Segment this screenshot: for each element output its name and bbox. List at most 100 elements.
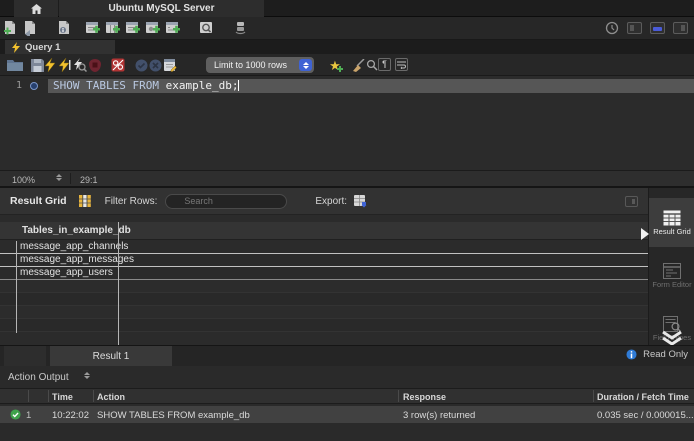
sql-code-line[interactable]: SHOW TABLES FROM example_db;	[48, 79, 694, 93]
execute-button[interactable]	[42, 57, 58, 73]
save-snippet-button[interactable]: ★	[328, 57, 344, 73]
search-data-icon	[199, 21, 214, 35]
collapse-panel-icon[interactable]	[625, 196, 638, 207]
col-response[interactable]: Response	[403, 392, 446, 402]
action-output-header: Time Action Response Duration / Fetch Ti…	[0, 388, 694, 404]
limit-rows-select[interactable]: Limit to 1000 rows	[206, 57, 314, 73]
lightning-icon	[12, 42, 20, 53]
export-icon[interactable]	[353, 194, 368, 208]
export-label: Export:	[315, 196, 347, 207]
create-procedure-button[interactable]	[144, 20, 160, 36]
search-table-data-button[interactable]	[198, 20, 214, 36]
toggle-invisible-chars-button[interactable]: ¶	[378, 58, 391, 71]
action-output-row[interactable]: 1 10:22:02 SHOW TABLES FROM example_db 3…	[0, 406, 694, 423]
toggle-output-area-button[interactable]	[650, 22, 665, 34]
create-view-icon	[125, 21, 140, 35]
tab-result-1[interactable]: Result 1	[50, 346, 172, 366]
home-icon	[31, 4, 42, 14]
stop-icon	[89, 59, 101, 72]
create-function-button[interactable]	[164, 20, 180, 36]
sidebar-form-editor-button[interactable]: Form Editor	[649, 251, 694, 300]
chevron-down-icon[interactable]	[661, 331, 683, 345]
empty-row	[0, 306, 648, 319]
active-view-arrow-icon	[641, 228, 649, 240]
new-query-tab-button[interactable]	[2, 20, 18, 36]
activity-clock-icon[interactable]	[605, 21, 619, 35]
filter-rows-label: Filter Rows:	[105, 196, 158, 207]
limit-rows-value: Limit to 1000 rows	[214, 60, 287, 70]
row-index: 1	[26, 410, 31, 421]
sql-identifier: example_db;	[166, 79, 239, 92]
plus-badge-icon	[337, 66, 343, 72]
editor-status-bar: 100% 29:1	[0, 170, 694, 188]
create-table-button[interactable]	[104, 20, 120, 36]
empty-row	[0, 319, 648, 332]
statement-marker-icon	[30, 82, 38, 90]
status-divider	[70, 173, 71, 184]
title-bar: Ubuntu MySQL Server	[0, 0, 694, 17]
explain-button[interactable]	[72, 57, 88, 73]
column-header[interactable]: Tables_in_example_db	[0, 222, 648, 240]
output-selector-stepper[interactable]	[84, 372, 90, 379]
toggle-autocommit-button[interactable]	[162, 57, 178, 73]
server-icon	[233, 21, 248, 36]
create-view-button[interactable]	[124, 20, 140, 36]
create-schema-button[interactable]	[84, 20, 100, 36]
connection-tab-label: Ubuntu MySQL Server	[109, 3, 215, 14]
toggle-right-sidebar-button[interactable]	[673, 22, 688, 34]
result-grid-title: Result Grid	[10, 195, 67, 207]
success-check-icon	[10, 409, 21, 420]
table-row[interactable]: message_app_channels	[0, 241, 648, 254]
column-header-label: Tables_in_example_db	[22, 225, 131, 236]
col-time[interactable]: Time	[52, 392, 73, 402]
rollback-button[interactable]	[147, 57, 163, 73]
zoom-stepper[interactable]	[56, 174, 62, 181]
toggle-word-wrap-button[interactable]	[395, 58, 408, 71]
word-wrap-icon	[397, 61, 406, 69]
table-row[interactable]: message_app_users	[0, 267, 648, 280]
sql-editor[interactable]: 1 SHOW TABLES FROM example_db;	[0, 76, 694, 170]
toggle-left-sidebar-button[interactable]	[627, 22, 642, 34]
inspector-button[interactable]	[56, 20, 72, 36]
broom-icon	[351, 59, 365, 72]
document-plus-icon	[3, 21, 17, 36]
explain-lightning-magnifier-icon	[73, 58, 87, 72]
col-duration[interactable]: Duration / Fetch Time	[597, 392, 689, 402]
sql-keywords: SHOW TABLES FROM	[53, 79, 166, 92]
reconnect-dbms-button[interactable]	[232, 20, 248, 36]
open-script-button[interactable]	[7, 57, 23, 73]
col-action[interactable]: Action	[97, 392, 125, 402]
action-output-title: Action Output	[8, 372, 69, 383]
empty-row	[0, 293, 648, 306]
inspector-icon	[57, 21, 71, 36]
execute-current-button[interactable]	[57, 57, 73, 73]
result-tab-bar: Result 1 Read Only	[0, 345, 694, 366]
result-grid-icon	[663, 210, 681, 226]
result-grid-section: Result Grid Filter Rows: Export:	[0, 188, 694, 345]
stop-on-error-icon	[111, 58, 125, 72]
table-row[interactable]: message_app_messages	[0, 254, 648, 267]
home-tab[interactable]	[14, 0, 58, 17]
open-sql-script-button[interactable]	[22, 20, 38, 36]
toggle-stop-on-error-button[interactable]	[110, 57, 126, 73]
stop-button[interactable]	[87, 57, 103, 73]
connection-tab[interactable]: Ubuntu MySQL Server	[59, 0, 264, 17]
tab-query-1[interactable]: Query 1	[5, 40, 115, 54]
filter-rows-search-input[interactable]	[165, 194, 287, 209]
row-duration: 0.035 sec / 0.000015...	[597, 410, 694, 421]
commit-check-icon	[135, 59, 148, 72]
read-only-label: Read Only	[643, 349, 688, 360]
action-output-panel: Action Output Time Action Response Durat…	[0, 366, 694, 441]
search-icon	[366, 59, 378, 71]
query-tab-label: Query 1	[25, 42, 60, 53]
create-schema-icon	[85, 21, 100, 35]
mysql-workbench-window: Ubuntu MySQL Server	[0, 0, 694, 441]
cursor-position: 29:1	[80, 175, 98, 185]
sidebar-result-grid-button[interactable]: Result Grid	[649, 198, 694, 247]
autocommit-icon	[163, 58, 177, 72]
pilcrow-icon: ¶	[382, 59, 387, 70]
execute-lightning-icon	[45, 58, 55, 72]
info-icon	[626, 349, 637, 360]
sql-editor-toolbar: Limit to 1000 rows ★ ¶	[0, 54, 694, 76]
create-function-icon	[165, 21, 180, 35]
